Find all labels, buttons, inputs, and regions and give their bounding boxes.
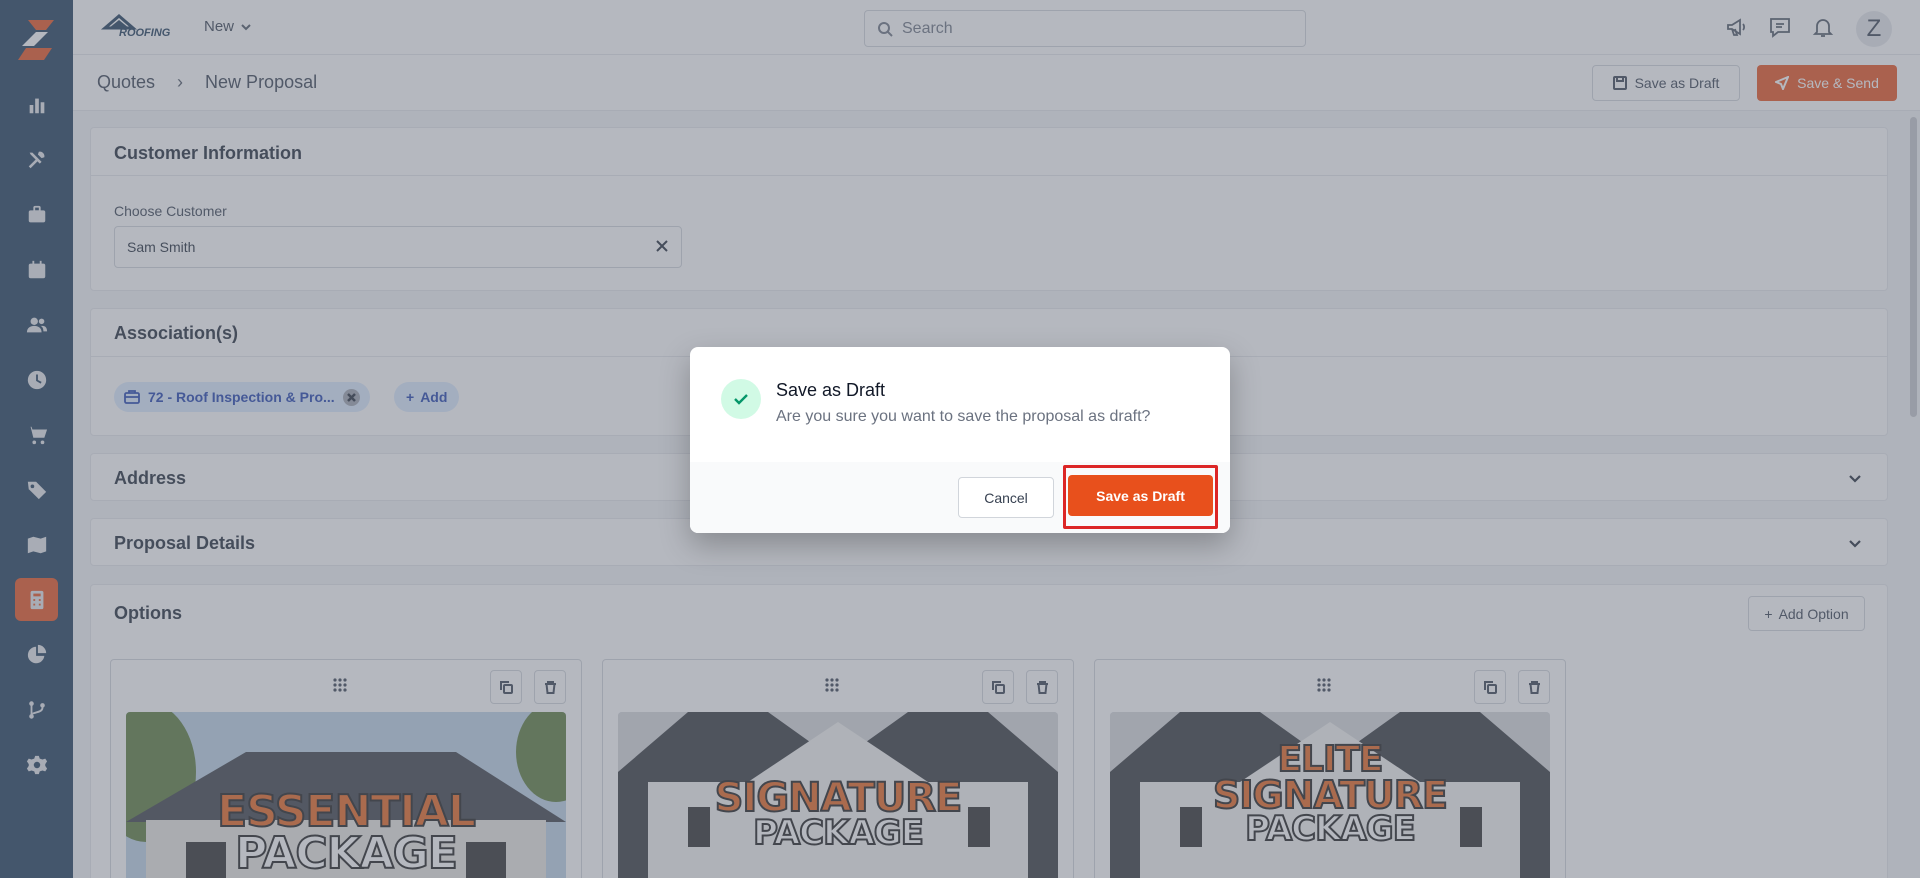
dialog-title: Save as Draft (776, 380, 886, 400)
save-draft-dialog: Save as Draft Are you sure you want to s… (690, 347, 1230, 533)
cancel-button[interactable]: Cancel (958, 477, 1054, 518)
dialog-message: Are you sure you want to save the propos… (776, 408, 1151, 425)
dialog-footer: Cancel Save as Draft (690, 462, 1230, 533)
confirm-save-draft-button[interactable]: Save as Draft (1068, 475, 1213, 516)
success-check-icon (721, 379, 761, 419)
